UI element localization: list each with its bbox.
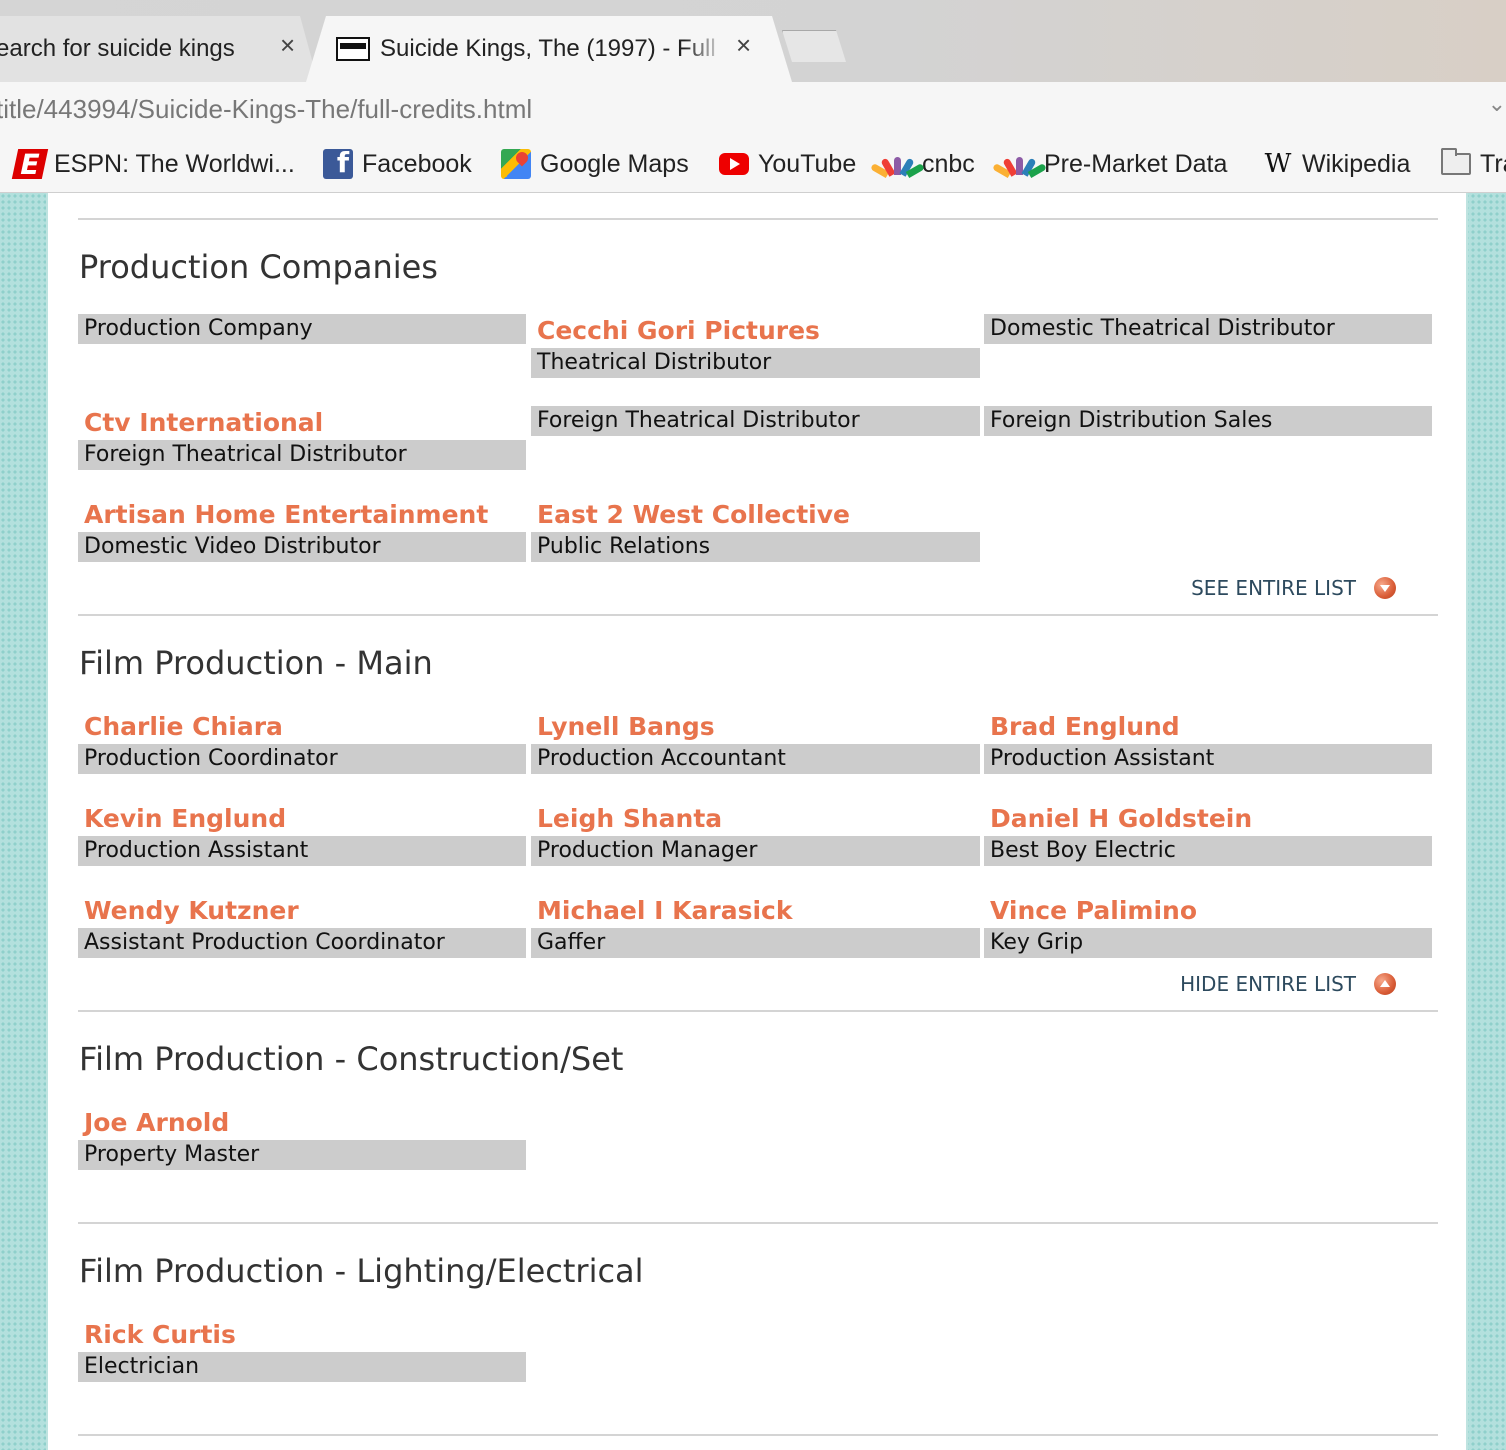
credit-role: Production Assistant (984, 744, 1432, 774)
bookmark-label: Tra (1480, 149, 1506, 178)
credit-role: Foreign Theatrical Distributor (531, 406, 980, 436)
tab-title: Suicide Kings, The (1997) - Full (380, 35, 716, 62)
tab-search[interactable]: earch for suicide kings × (0, 16, 318, 82)
bookmarks-bar: E ESPN: The Worldwi... f Facebook Google… (0, 136, 1506, 193)
folder-icon (1440, 148, 1472, 180)
credit-role: Best Boy Electric (984, 836, 1432, 866)
credit-role: Production Assistant (78, 836, 526, 866)
divider (78, 1222, 1438, 1224)
credit-name-link[interactable]: Joe Arnold (78, 1106, 229, 1140)
credit-name-link[interactable]: Ctv International (78, 406, 323, 440)
new-tab-button[interactable] (782, 30, 846, 62)
credit-role: Property Master (78, 1140, 526, 1170)
credit-name-link[interactable]: Vince Palimino (984, 894, 1197, 928)
credit-name-link[interactable]: Lynell Bangs (531, 710, 715, 744)
bookmark-label: Facebook (362, 149, 472, 178)
credit-role: Gaffer (531, 928, 980, 958)
credit-role: Foreign Distribution Sales (984, 406, 1432, 436)
credit-role: Foreign Theatrical Distributor (78, 440, 526, 470)
close-icon[interactable]: × (280, 30, 295, 61)
toggle-label: HIDE ENTIRE LIST (1180, 972, 1356, 996)
credit-role: Key Grip (984, 928, 1432, 958)
nbc-peacock-icon (870, 148, 925, 180)
hide-entire-list-button[interactable]: HIDE ENTIRE LIST (1180, 972, 1396, 996)
bookmark-youtube[interactable]: YouTube (718, 148, 856, 180)
divider (78, 614, 1438, 616)
credit-role: Domestic Video Distributor (78, 532, 526, 562)
credit-name-link[interactable]: Artisan Home Entertainment (78, 498, 488, 532)
bookmark-label: Google Maps (540, 149, 689, 178)
credit-name-link[interactable]: Cecchi Gori Pictures (531, 314, 820, 348)
bookmark-label: Pre-Market Data (1044, 149, 1228, 178)
bookmark-folder[interactable]: Tra (1440, 148, 1506, 180)
credit-role: Production Coordinator (78, 744, 526, 774)
credit-name-link[interactable]: Wendy Kutzner (78, 894, 299, 928)
chevron-down-icon[interactable]: ⌄ (1488, 92, 1506, 117)
collapse-arrow-icon (1374, 973, 1396, 995)
film-favicon-icon (336, 37, 370, 61)
credit-role: Production Manager (531, 836, 980, 866)
credit-name-link[interactable]: Kevin Englund (78, 802, 286, 836)
credit-role: Public Relations (531, 532, 980, 562)
divider (78, 1434, 1438, 1436)
credit-name-link[interactable]: Brad Englund (984, 710, 1180, 744)
bookmark-pre-market-data[interactable]: Pre-Market Data (992, 148, 1228, 180)
credit-name-link[interactable]: Michael I Karasick (531, 894, 793, 928)
divider (78, 218, 1438, 220)
credit-role: Theatrical Distributor (531, 348, 980, 378)
bookmark-label: ESPN: The Worldwi... (54, 149, 295, 178)
section-title-construction-set: Film Production - Construction/Set (79, 1040, 624, 1078)
bookmark-label: YouTube (758, 149, 857, 178)
facebook-icon: f (322, 146, 354, 180)
see-entire-list-button[interactable]: SEE ENTIRE LIST (1191, 576, 1396, 600)
google-maps-icon (500, 148, 532, 180)
section-title-production-companies: Production Companies (79, 248, 438, 286)
section-title-lighting-electrical: Film Production - Lighting/Electrical (79, 1252, 644, 1290)
credit-name-link[interactable]: East 2 West Collective (531, 498, 850, 532)
tab-suicide-kings[interactable]: Suicide Kings, The (1997) - Full × (306, 16, 792, 82)
tab-strip: earch for suicide kings × Suicide Kings,… (0, 0, 1506, 82)
bookmark-label: cnbc (922, 149, 975, 178)
expand-arrow-icon (1374, 577, 1396, 599)
bookmark-label: Wikipedia (1302, 149, 1411, 178)
espn-icon: E (11, 148, 49, 181)
address-bar[interactable]: title/443994/Suicide-Kings-The/full-cred… (0, 82, 1506, 137)
bookmark-facebook[interactable]: f Facebook (322, 146, 472, 180)
credit-role: Electrician (78, 1352, 526, 1382)
section-title-film-production-main: Film Production - Main (79, 644, 433, 682)
bookmark-cnbc[interactable]: cnbc (870, 148, 975, 180)
bookmark-espn[interactable]: E ESPN: The Worldwi... (11, 148, 295, 181)
credit-role: Domestic Theatrical Distributor (984, 314, 1432, 344)
credit-name-link[interactable]: Rick Curtis (78, 1318, 236, 1352)
credit-name-link[interactable]: Leigh Shanta (531, 802, 722, 836)
close-icon[interactable]: × (736, 30, 751, 61)
bookmark-wikipedia[interactable]: W Wikipedia (1262, 148, 1411, 180)
url-text[interactable]: title/443994/Suicide-Kings-The/full-cred… (0, 94, 532, 125)
credit-role: Production Accountant (531, 744, 980, 774)
youtube-icon (718, 148, 750, 180)
credit-role: Assistant Production Coordinator (78, 928, 526, 958)
bookmark-google-maps[interactable]: Google Maps (500, 148, 689, 180)
toggle-label: SEE ENTIRE LIST (1191, 576, 1356, 600)
wikipedia-icon: W (1264, 149, 1292, 179)
tab-title: earch for suicide kings (0, 35, 235, 62)
divider (78, 1010, 1438, 1012)
credit-name-link[interactable]: Charlie Chiara (78, 710, 283, 744)
credit-role: Production Company (78, 314, 526, 344)
credit-name-link[interactable]: Daniel H Goldstein (984, 802, 1252, 836)
nbc-peacock-icon (992, 148, 1047, 180)
